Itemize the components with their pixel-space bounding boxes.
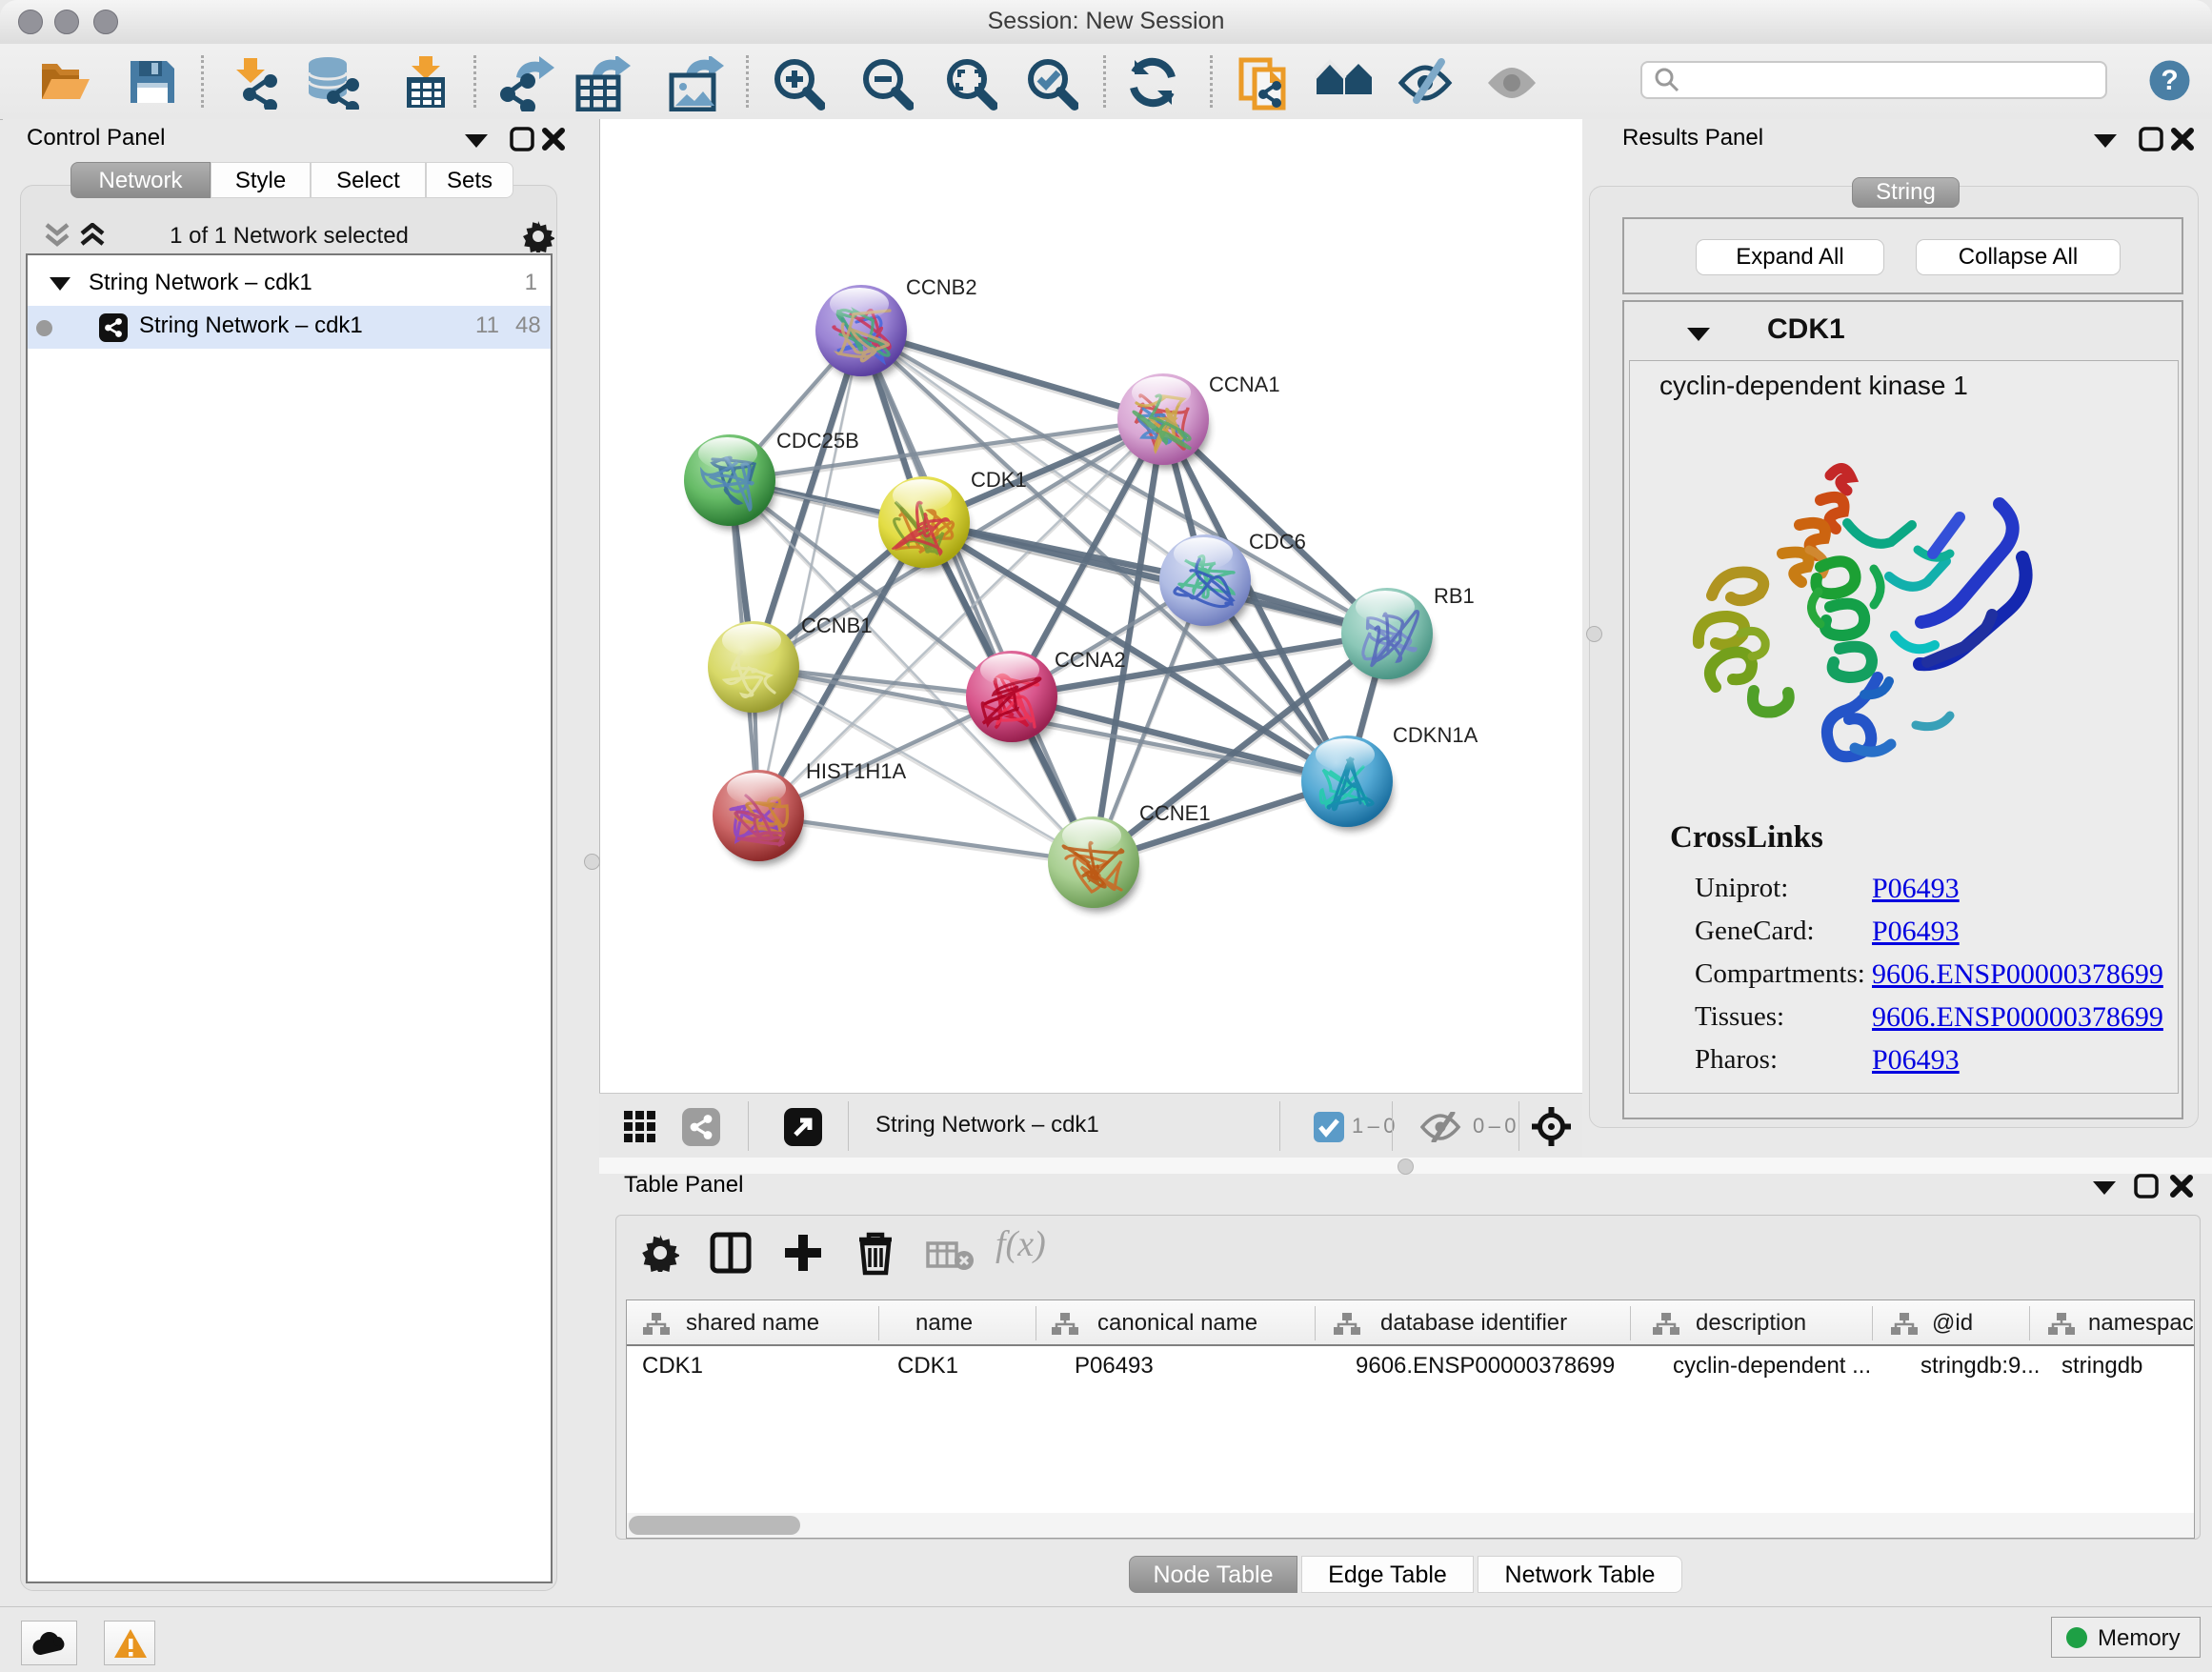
svg-text:HIST1H1A: HIST1H1A — [806, 759, 906, 783]
svg-text:CDC25B: CDC25B — [776, 429, 859, 453]
svg-text:?: ? — [2161, 65, 2178, 96]
svg-text:CCNE1: CCNE1 — [1139, 801, 1211, 825]
svg-text:CDK1: CDK1 — [971, 468, 1027, 492]
svg-text:CCNA2: CCNA2 — [1055, 648, 1126, 672]
svg-text:CCNA1: CCNA1 — [1209, 373, 1280, 396]
svg-text:CCNB2: CCNB2 — [906, 275, 977, 299]
svg-text:CDKN1A: CDKN1A — [1393, 723, 1478, 747]
svg-text:CCNB1: CCNB1 — [801, 614, 873, 637]
svg-text:CDC6: CDC6 — [1249, 530, 1306, 554]
svg-text:RB1: RB1 — [1434, 584, 1475, 608]
